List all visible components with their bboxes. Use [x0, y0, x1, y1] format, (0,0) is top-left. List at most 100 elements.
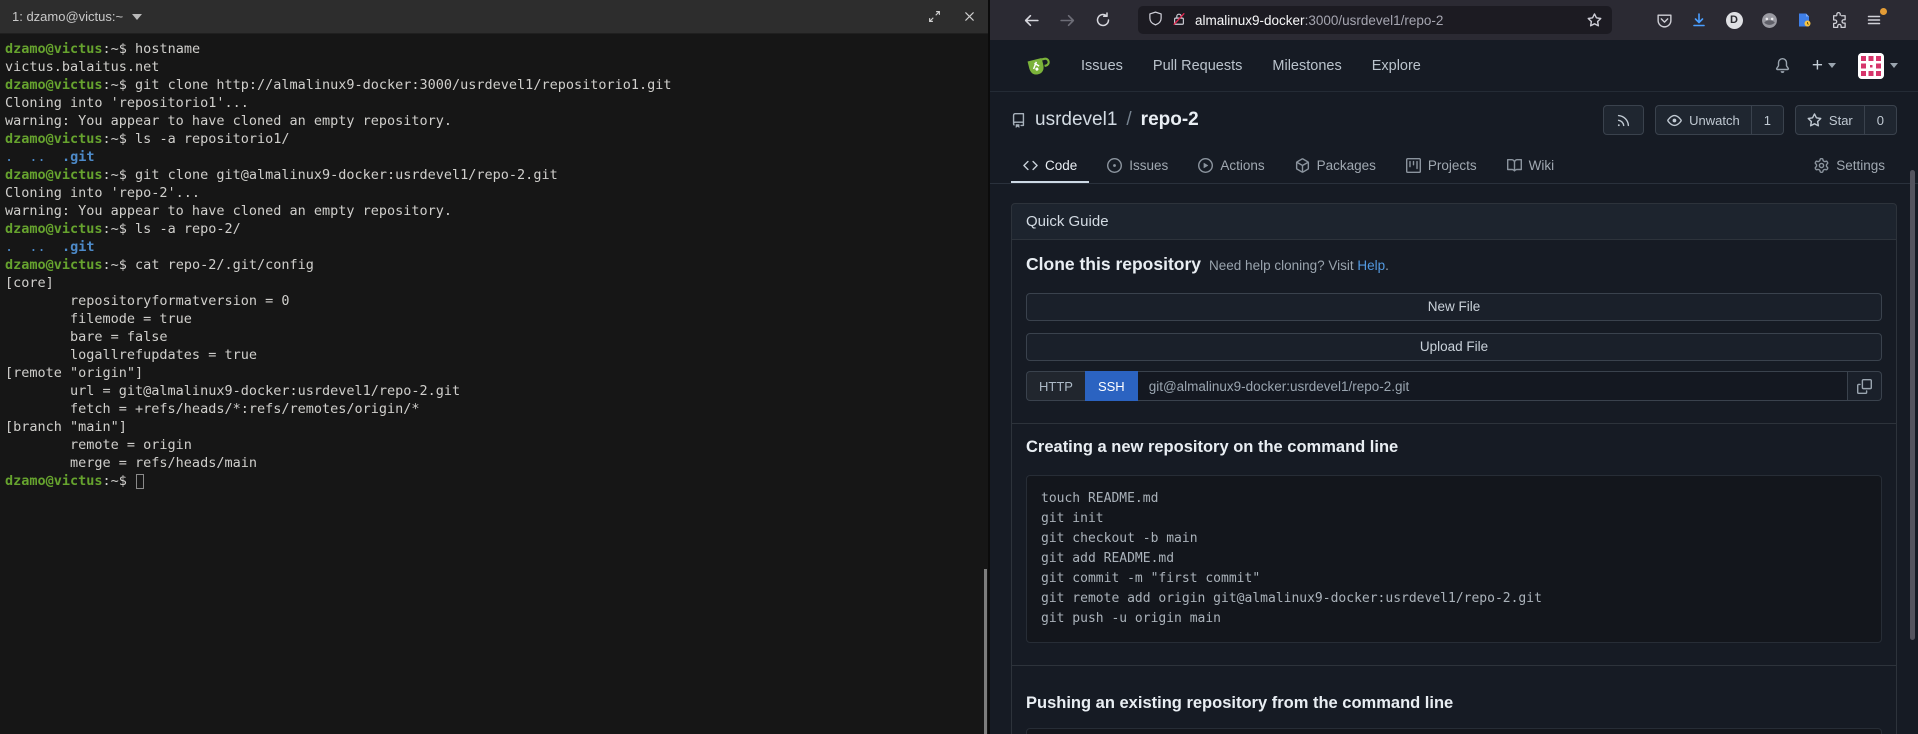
terminal-line: dzamo@victus:~$ git clone git@almalinux9… [5, 166, 983, 184]
copy-icon [1857, 379, 1872, 394]
plus-icon: + [1812, 55, 1823, 77]
forward-button[interactable] [1052, 6, 1082, 34]
toolbar-extensions: D [1654, 10, 1884, 30]
terminal-line: dzamo@victus:~$ git clone http://almalin… [5, 76, 983, 94]
section-divider [1012, 423, 1896, 424]
repo-owner-link[interactable]: usrdevel1 [1035, 109, 1117, 131]
url-host: almalinux9-docker [1195, 13, 1305, 28]
terminal-line: filemode = true [5, 310, 983, 328]
terminal-title: 1: dzamo@victus:~ [12, 9, 123, 24]
copy-url-button[interactable] [1848, 371, 1882, 401]
eye-icon [1667, 113, 1682, 128]
repo-icon [1011, 113, 1026, 128]
nav-item-milestones[interactable]: Milestones [1272, 58, 1341, 74]
terminal-line: repositoryformatversion = 0 [5, 292, 983, 310]
create-repo-heading: Creating a new repository on the command… [1026, 438, 1882, 457]
terminal-line: Cloning into 'repositorio1'... [5, 94, 983, 112]
terminal-titlebar[interactable]: 1: dzamo@victus:~ [0, 0, 988, 34]
url-text: almalinux9-docker:3000/usrdevel1/repo-2 [1195, 13, 1443, 28]
terminal-maximize-button[interactable] [928, 10, 941, 23]
url-bar[interactable]: almalinux9-docker:3000/usrdevel1/repo-2 [1138, 6, 1612, 34]
back-button[interactable] [1016, 6, 1046, 34]
unwatch-button[interactable]: Unwatch 1 [1655, 105, 1784, 135]
ssh-protocol-button[interactable]: SSH [1085, 371, 1138, 401]
browser-toolbar: almalinux9-docker:3000/usrdevel1/repo-2 … [990, 0, 1918, 40]
tab-actions[interactable]: Actions [1186, 149, 1276, 183]
url-path: :3000/usrdevel1/repo-2 [1305, 13, 1444, 28]
gitea-logo[interactable] [1024, 52, 1051, 79]
package-icon [1295, 158, 1310, 173]
tab-wiki[interactable]: Wiki [1495, 149, 1567, 183]
quick-guide: Quick Guide Clone this repository Need h… [1011, 203, 1897, 734]
terminal-line: logallrefupdates = true [5, 346, 983, 364]
terminal-line: [core] [5, 274, 983, 292]
upload-file-button[interactable]: Upload File [1026, 333, 1882, 361]
repo-tabs: CodeIssuesActionsPackagesProjectsWiki Se… [990, 148, 1918, 184]
clone-help-text: Need help cloning? Visit Help. [1209, 258, 1389, 273]
user-menu[interactable] [1858, 53, 1898, 79]
book-icon [1507, 158, 1522, 173]
rss-feed-button[interactable] [1603, 105, 1644, 135]
chevron-down-icon [1890, 63, 1898, 68]
push-commands-code [1026, 728, 1882, 734]
terminal-cursor [136, 474, 144, 489]
terminal-line: victus.balaitus.net [5, 58, 983, 76]
http-protocol-button[interactable]: HTTP [1026, 371, 1085, 401]
new-file-button[interactable]: New File [1026, 293, 1882, 321]
menu-hamburger-icon[interactable] [1864, 10, 1884, 30]
star-label: Star [1829, 113, 1853, 128]
help-link[interactable]: Help [1357, 258, 1385, 273]
nav-item-issues[interactable]: Issues [1081, 58, 1123, 74]
project-icon [1406, 158, 1421, 173]
tab-projects[interactable]: Projects [1394, 149, 1489, 183]
star-button[interactable]: Star 0 [1795, 105, 1897, 135]
repo-name-link[interactable]: repo-2 [1141, 109, 1199, 131]
watchers-count[interactable]: 1 [1751, 106, 1783, 134]
terminal-line: fetch = +refs/heads/*:refs/remotes/origi… [5, 400, 983, 418]
extension-badger-icon[interactable] [1759, 10, 1779, 30]
avatar [1858, 53, 1884, 79]
chevron-down-icon [1828, 63, 1836, 68]
create-new-button[interactable]: + [1812, 55, 1836, 77]
terminal-output: dzamo@victus:~$ hostnamevictus.balaitus.… [0, 34, 988, 490]
star-icon [1807, 113, 1822, 128]
terminal-line: dzamo@victus:~$ ls -a repo-2/ [5, 220, 983, 238]
stars-count[interactable]: 0 [1864, 106, 1896, 134]
terminal-tab-dropdown-icon[interactable] [132, 14, 142, 20]
section-divider [1012, 665, 1896, 666]
repo-separator: / [1126, 109, 1131, 131]
issue-icon [1107, 158, 1122, 173]
play-icon [1198, 158, 1213, 173]
terminal-line: remote = origin [5, 436, 983, 454]
extension-d-icon[interactable]: D [1724, 10, 1744, 30]
notifications-bell-icon[interactable] [1775, 58, 1790, 73]
extension-document-icon[interactable] [1794, 10, 1814, 30]
terminal-line: . .. .git [5, 148, 983, 166]
download-icon[interactable] [1689, 10, 1709, 30]
tab-settings[interactable]: Settings [1802, 149, 1897, 183]
gitea-page: Issues Pull Requests Milestones Explore + [990, 40, 1918, 734]
insecure-lock-icon[interactable] [1172, 12, 1186, 29]
create-commands-code: touch README.md git init git checkout -b… [1026, 475, 1882, 643]
clone-url-input[interactable] [1138, 371, 1848, 401]
nav-item-pull-requests[interactable]: Pull Requests [1153, 58, 1242, 74]
terminal-line: url = git@almalinux9-docker:usrdevel1/re… [5, 382, 983, 400]
pocket-icon[interactable] [1654, 10, 1674, 30]
tab-issues[interactable]: Issues [1095, 149, 1180, 183]
bookmark-star-icon[interactable] [1587, 13, 1602, 28]
reload-button[interactable] [1088, 6, 1118, 34]
shield-icon[interactable] [1148, 11, 1163, 29]
tab-packages[interactable]: Packages [1283, 149, 1388, 183]
page-scrollbar[interactable] [1910, 170, 1915, 640]
terminal-line: Cloning into 'repo-2'... [5, 184, 983, 202]
terminal-line: dzamo@victus:~$ [5, 472, 983, 490]
terminal-close-button[interactable] [963, 10, 976, 23]
tab-code[interactable]: Code [1011, 149, 1089, 183]
nav-item-explore[interactable]: Explore [1372, 58, 1421, 74]
terminal-line: dzamo@victus:~$ hostname [5, 40, 983, 58]
terminal-scrollbar[interactable] [984, 569, 987, 734]
repo-header: usrdevel1 / repo-2 Unwatch 1 [1011, 92, 1897, 148]
clone-heading: Clone this repository [1026, 254, 1201, 275]
extensions-puzzle-icon[interactable] [1829, 10, 1849, 30]
unwatch-label: Unwatch [1689, 113, 1740, 128]
